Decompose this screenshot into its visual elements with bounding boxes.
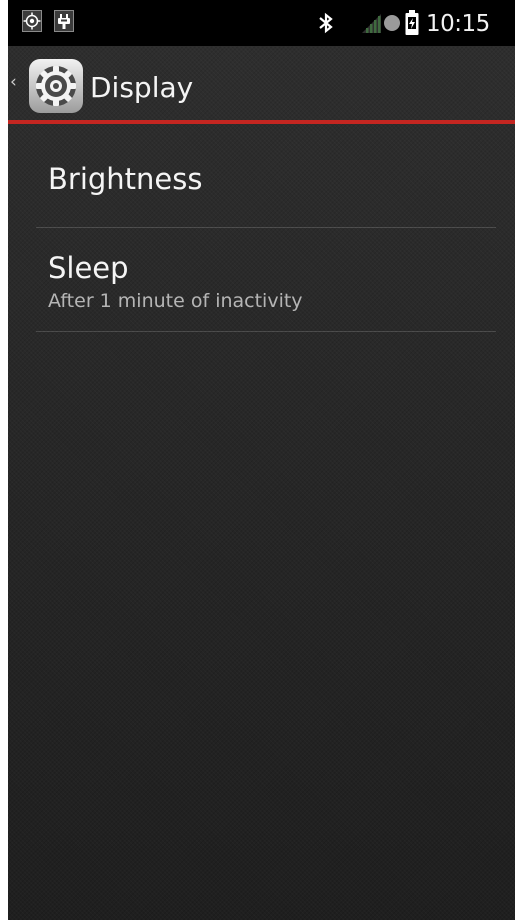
sync-dot-icon	[382, 13, 402, 33]
up-navigation-caret[interactable]: ‹	[10, 74, 22, 91]
usb-debug-icon	[54, 10, 74, 32]
sleep-summary: After 1 minute of inactivity	[48, 290, 303, 312]
display-settings-screen: 10:15 ‹ Display Brightness Sleep After 1…	[8, 0, 515, 920]
status-bar: 10:15	[8, 0, 515, 46]
bluetooth-icon	[316, 12, 336, 34]
brightness-title: Brightness	[48, 162, 203, 196]
sleep-title: Sleep	[48, 251, 129, 285]
status-bar-time: 10:15	[426, 11, 490, 37]
settings-gear-icon[interactable]	[27, 57, 85, 115]
gps-target-icon	[22, 10, 42, 32]
list-divider	[36, 227, 496, 228]
cell-signal-icon	[360, 12, 382, 34]
page-title: Display	[90, 71, 194, 104]
battery-charging-icon	[404, 9, 420, 37]
list-divider	[36, 331, 496, 332]
